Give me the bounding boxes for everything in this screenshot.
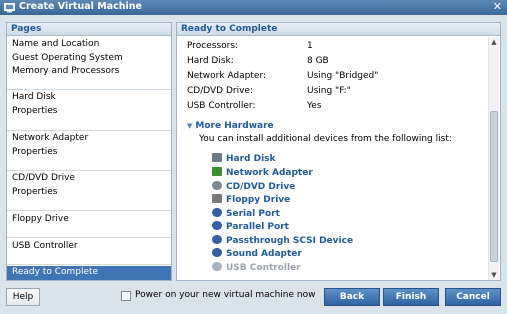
back-button[interactable]: Back [324,288,380,306]
page-item-cd-dvd[interactable]: CD/DVD Drive Properties [7,171,171,211]
add-floppy-link[interactable]: Floppy Drive [212,194,290,207]
hardware-label: Parallel Port [226,222,289,232]
property-label: CD/DVD Drive: [187,86,253,96]
add-usb-controller-link: USB Controller [212,262,301,275]
property-value: Using "F:" [307,86,351,96]
page-item-label: Network Adapter [12,133,89,143]
property-label: Hard Disk: [187,56,234,66]
page-item-usb[interactable]: USB Controller [7,238,171,265]
vertical-scrollbar[interactable]: ▲ ▼ [488,37,499,280]
page-item-label: Guest Operating System [12,52,123,63]
hardware-label: Sound Adapter [226,249,302,259]
hardware-label: Passthrough SCSI Device [226,236,354,246]
property-label: Processors: [187,41,239,51]
finish-button[interactable]: Finish [383,288,439,306]
property-label: USB Controller: [187,101,256,111]
scroll-thumb[interactable] [490,111,498,262]
add-sound-adapter-link[interactable]: Sound Adapter [212,248,302,261]
add-cd-dvd-link[interactable]: CD/DVD Drive [212,181,295,194]
more-hardware-toggle[interactable]: ▼ More Hardware [187,121,274,131]
page-item-network-adapter[interactable]: Network Adapter Properties [7,131,171,171]
add-parallel-port-link[interactable]: Parallel Port [212,221,289,234]
collapse-triangle-icon: ▼ [187,122,193,130]
page-item-label: USB Controller [12,241,78,251]
page-item-name-location[interactable]: Name and Location Guest Operating System… [7,37,171,90]
property-value: 1 [307,41,313,51]
more-hardware-title: More Hardware [195,121,274,131]
sound-icon [212,248,222,257]
window-title: Create Virtual Machine [19,1,142,12]
page-item-hard-disk[interactable]: Hard Disk Properties [7,90,171,131]
hardware-label: CD/DVD Drive [226,182,296,192]
hardware-label: USB Controller [226,263,301,273]
serial-port-icon [212,208,222,217]
floppy-icon [212,194,222,203]
pages-panel: Pages Name and Location Guest Operating … [6,22,172,281]
parallel-port-icon [212,221,222,230]
page-item-sublabel: Properties [12,146,58,157]
cancel-button[interactable]: Cancel [445,288,501,306]
page-item-label: Ready to Complete [12,267,99,277]
scroll-down-icon[interactable]: ▼ [489,270,499,280]
page-item-sublabel: Properties [12,105,58,116]
pages-header: Pages [7,23,171,36]
page-item-label: Hard Disk [12,92,56,102]
add-network-adapter-link[interactable]: Network Adapter [212,167,313,180]
property-value: Yes [307,101,322,111]
hardware-label: Serial Port [226,209,280,219]
app-icon [4,2,15,13]
hardware-label: Network Adapter [226,168,313,178]
usb-icon [212,262,222,271]
network-adapter-icon [212,167,222,176]
add-serial-port-link[interactable]: Serial Port [212,208,280,221]
cd-dvd-icon [212,181,222,190]
title-bar: Create Virtual Machine ✕ [0,0,507,15]
page-item-label: CD/DVD Drive [12,173,75,183]
property-value: 8 GB [307,56,329,66]
more-hardware-description: You can install additional devices from … [199,134,452,144]
scsi-icon [212,235,222,244]
page-item-sublabel: Properties [12,186,58,197]
page-item-floppy[interactable]: Floppy Drive [7,211,171,238]
add-hard-disk-link[interactable]: Hard Disk [212,153,276,166]
hard-disk-icon [212,153,222,162]
property-value: Using "Bridged" [307,71,379,81]
power-on-checkbox[interactable] [121,291,131,301]
property-label: Network Adapter: [187,71,267,81]
ready-panel: Ready to Complete Processors: 1 Hard Dis… [176,22,501,281]
add-scsi-link[interactable]: Passthrough SCSI Device [212,235,353,248]
page-item-label: Floppy Drive [12,214,69,224]
hardware-label: Hard Disk [226,154,276,164]
scroll-up-icon[interactable]: ▲ [489,37,499,47]
page-item-label: Memory and Processors [12,66,120,76]
page-item-ready[interactable]: Ready to Complete [7,266,171,280]
help-button[interactable]: Help [6,288,40,306]
page-item-label: Name and Location [12,39,100,49]
hardware-label: Floppy Drive [226,195,291,205]
power-on-label[interactable]: Power on your new virtual machine now [135,290,315,300]
close-icon[interactable]: ✕ [493,0,502,13]
ready-header: Ready to Complete [177,23,500,36]
